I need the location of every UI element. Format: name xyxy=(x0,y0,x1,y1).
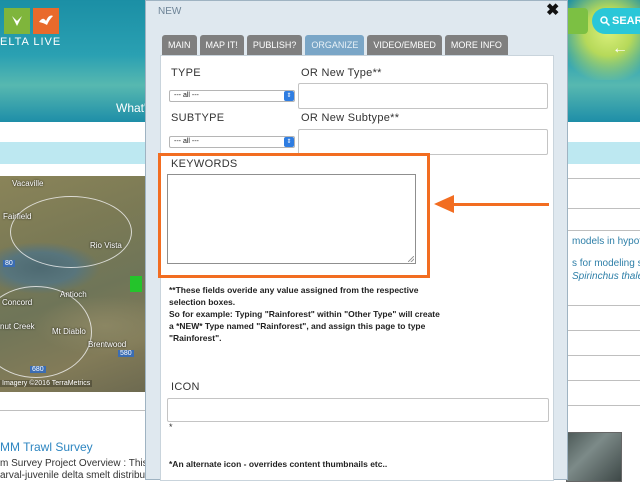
right-text: Spirinchus thaleic xyxy=(572,271,640,282)
tab-video-embed[interactable]: VIDEO/EMBED xyxy=(367,35,442,55)
map-label: Concord xyxy=(2,298,33,307)
note-line: So for example: Typing "Rainforest" with… xyxy=(169,309,440,319)
tab-main[interactable]: MAIN xyxy=(162,35,197,55)
new-subtype-input[interactable] xyxy=(298,129,548,155)
annotation-arrow-icon xyxy=(434,195,454,213)
note-line: "Rainforest". xyxy=(169,333,222,343)
map-label: Brentwood xyxy=(88,340,127,349)
note-line: a *NEW* Type named "Rainforest", and ass… xyxy=(169,321,426,331)
subtype-label: SUBTYPE xyxy=(171,112,225,124)
new-subtype-label: OR New Subtype** xyxy=(301,112,400,124)
tab-organize[interactable]: ORGANIZE xyxy=(305,35,365,55)
map-label: Antioch xyxy=(60,290,87,299)
divider xyxy=(568,330,640,331)
subtype-select-value: --- all --- xyxy=(174,138,199,145)
site-logo-text[interactable]: ELTA LIVE xyxy=(0,36,61,48)
map-copyright: Imagery ©2016 TerraMetrics xyxy=(0,380,93,387)
icon-asterisk: * xyxy=(169,422,173,432)
dialog-tabs: MAIN MAP IT! PUBLISH? ORGANIZE VIDEO/EMB… xyxy=(162,35,508,55)
keywords-textarea[interactable] xyxy=(167,174,416,264)
map-highway-shield: 680 xyxy=(30,366,46,373)
tab-map-it[interactable]: MAP IT! xyxy=(199,35,244,55)
keywords-label: KEYWORDS xyxy=(171,158,238,170)
annotation-arrow-line xyxy=(452,203,549,206)
site-nav-item[interactable]: What' xyxy=(116,101,146,115)
type-select-value: --- all --- xyxy=(174,92,199,99)
new-item-dialog: NEW ✖ MAIN MAP IT! PUBLISH? ORGANIZE VID… xyxy=(145,0,568,481)
section-description: m Survey Project Overview : This xyxy=(0,458,148,469)
tab-publish[interactable]: PUBLISH? xyxy=(246,35,303,55)
organize-panel: TYPE OR New Type** --- all --- ⇕ SUBTYPE… xyxy=(158,55,554,481)
note-line: selection boxes. xyxy=(169,297,236,307)
thumbnail-image[interactable] xyxy=(566,432,622,482)
map-highway-shield: 580 xyxy=(118,350,134,357)
divider xyxy=(568,380,640,381)
section-title-link[interactable]: MM Trawl Survey xyxy=(0,440,93,454)
map-road xyxy=(10,196,132,268)
section-description: arval-juvenile delta smelt distributi xyxy=(0,470,151,481)
search-button[interactable]: SEAR xyxy=(592,8,640,34)
map-label: Vacaville xyxy=(12,179,44,188)
type-label: TYPE xyxy=(171,67,201,79)
resize-grip-icon[interactable] xyxy=(408,256,414,262)
divider xyxy=(568,208,640,209)
right-link[interactable]: s for modeling su xyxy=(572,258,640,269)
divider xyxy=(568,355,640,356)
right-link[interactable]: models in hypothe xyxy=(572,236,640,247)
map-label: nut Creek xyxy=(0,322,35,331)
map-marker[interactable] xyxy=(130,276,142,292)
subtype-select[interactable]: --- all --- ⇕ xyxy=(169,136,295,148)
divider xyxy=(0,410,145,411)
dialog-title-bar: NEW ✖ xyxy=(146,1,567,23)
map-label: Rio Vista xyxy=(90,241,122,250)
note-line: **These fields overide any value assigne… xyxy=(169,285,419,295)
divider xyxy=(568,230,640,231)
divider xyxy=(568,405,640,406)
map-label: Mt Diablo xyxy=(52,327,86,336)
back-arrow-icon[interactable]: ← xyxy=(612,40,628,58)
icon-label: ICON xyxy=(171,381,200,393)
select-caret-icon: ⇕ xyxy=(284,137,294,147)
divider xyxy=(568,178,640,179)
dialog-title: NEW xyxy=(158,6,182,17)
icon-note: *An alternate icon - overrides content t… xyxy=(169,459,388,469)
icon-input[interactable] xyxy=(167,398,549,422)
select-caret-icon: ⇕ xyxy=(284,91,294,101)
map-view[interactable] xyxy=(0,176,145,392)
close-icon[interactable]: ✖ xyxy=(546,0,559,20)
map-label: Fairfield xyxy=(3,212,32,221)
logo-leaf-icon[interactable] xyxy=(4,8,30,34)
logo-bird-icon[interactable] xyxy=(33,8,59,34)
tab-more-info[interactable]: MORE INFO xyxy=(444,35,508,55)
search-icon xyxy=(600,16,610,26)
search-button-label: SEAR xyxy=(612,15,640,27)
map-highway-shield: 80 xyxy=(3,260,15,267)
type-select[interactable]: --- all --- ⇕ xyxy=(169,90,295,102)
divider xyxy=(568,305,640,306)
new-type-label: OR New Type** xyxy=(301,67,382,79)
new-type-input[interactable] xyxy=(298,83,548,109)
green-button[interactable] xyxy=(566,8,588,34)
